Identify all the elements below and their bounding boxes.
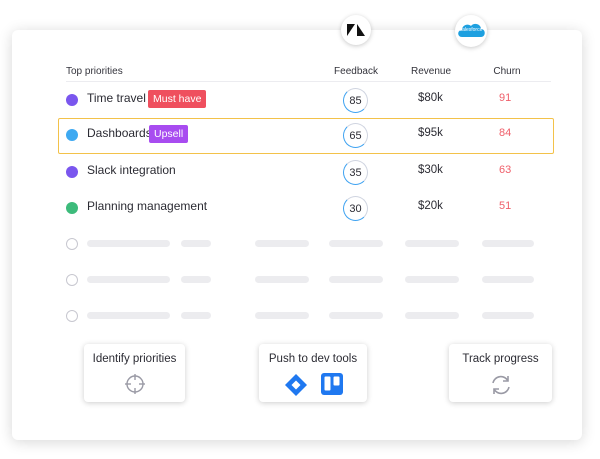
header-top-priorities: Top priorities: [66, 66, 123, 77]
churn-value: 84: [499, 127, 512, 139]
feedback-score: 85: [343, 88, 368, 113]
step-title: Track progress: [462, 353, 539, 365]
placeholder-row: [58, 306, 552, 326]
placeholder-bar: [255, 276, 309, 283]
priority-dot: [66, 94, 78, 106]
placeholder-circle: [66, 274, 78, 286]
push-to-dev-tools-step[interactable]: Push to dev tools: [259, 344, 367, 402]
must-have-badge: Must have: [148, 90, 207, 108]
feedback-score: 30: [343, 196, 368, 221]
priority-name: Time travel: [87, 91, 146, 105]
placeholder-bar: [87, 312, 170, 319]
placeholder-bar: [482, 240, 534, 247]
header-feedback: Feedback: [334, 66, 378, 77]
placeholder-row: [58, 234, 552, 254]
step-title: Push to dev tools: [268, 353, 358, 365]
placeholder-bar: [255, 240, 309, 247]
priority-name: Dashboards: [87, 126, 152, 140]
track-progress-step[interactable]: Track progress: [449, 344, 552, 402]
placeholder-bar: [181, 276, 211, 283]
placeholder-row: [58, 270, 552, 290]
placeholder-bar: [181, 312, 211, 319]
table-row[interactable]: Slack integration 35 $30k 63: [58, 155, 552, 189]
placeholder-bar: [255, 312, 309, 319]
placeholder-bar: [405, 276, 459, 283]
revenue-value: $95k: [418, 127, 443, 139]
placeholder-circle: [66, 238, 78, 250]
upsell-badge: Upsell: [149, 125, 189, 143]
priority-name: Planning management: [87, 199, 208, 213]
identify-priorities-step[interactable]: Identify priorities: [84, 344, 185, 402]
table-row[interactable]: Time travel Must have 85 $80k 91: [58, 83, 552, 117]
table-row[interactable]: Planning management 30 $20k 51: [58, 191, 552, 225]
priority-name: Slack integration: [87, 163, 176, 177]
placeholder-bar: [181, 240, 211, 247]
revenue-value: $80k: [418, 92, 443, 104]
priority-dot: [66, 129, 78, 141]
header-divider: [66, 81, 551, 82]
placeholder-bar: [329, 276, 383, 283]
placeholder-circle: [66, 310, 78, 322]
placeholder-bar: [482, 276, 534, 283]
priority-dot: [66, 166, 78, 178]
placeholder-bar: [405, 240, 459, 247]
placeholder-bar: [329, 240, 383, 247]
table-row-selected[interactable]: Dashboards Upsell 65 $95k 84: [58, 118, 554, 154]
feedback-score: 65: [343, 123, 368, 148]
salesforce-logo: salesforce: [455, 15, 487, 47]
zendesk-logo: [341, 15, 371, 45]
feedback-score: 35: [343, 160, 368, 185]
revenue-value: $30k: [418, 164, 443, 176]
priority-dot: [66, 202, 78, 214]
placeholder-bar: [87, 240, 170, 247]
zendesk-icon: [347, 24, 365, 36]
header-revenue: Revenue: [410, 66, 452, 77]
refresh-icon: [492, 375, 510, 395]
churn-value: 91: [499, 92, 512, 104]
target-icon: [125, 374, 145, 394]
churn-value: 51: [499, 200, 512, 212]
placeholder-bar: [329, 312, 383, 319]
revenue-value: $20k: [418, 200, 443, 212]
step-title: Identify priorities: [92, 353, 177, 365]
header-churn: Churn: [493, 66, 521, 77]
jira-icon: [285, 374, 307, 396]
placeholder-bar: [405, 312, 459, 319]
churn-value: 63: [499, 164, 512, 176]
placeholder-bar: [482, 312, 534, 319]
trello-icon: [321, 373, 343, 395]
placeholder-bar: [87, 276, 170, 283]
salesforce-label: salesforce: [459, 27, 483, 33]
